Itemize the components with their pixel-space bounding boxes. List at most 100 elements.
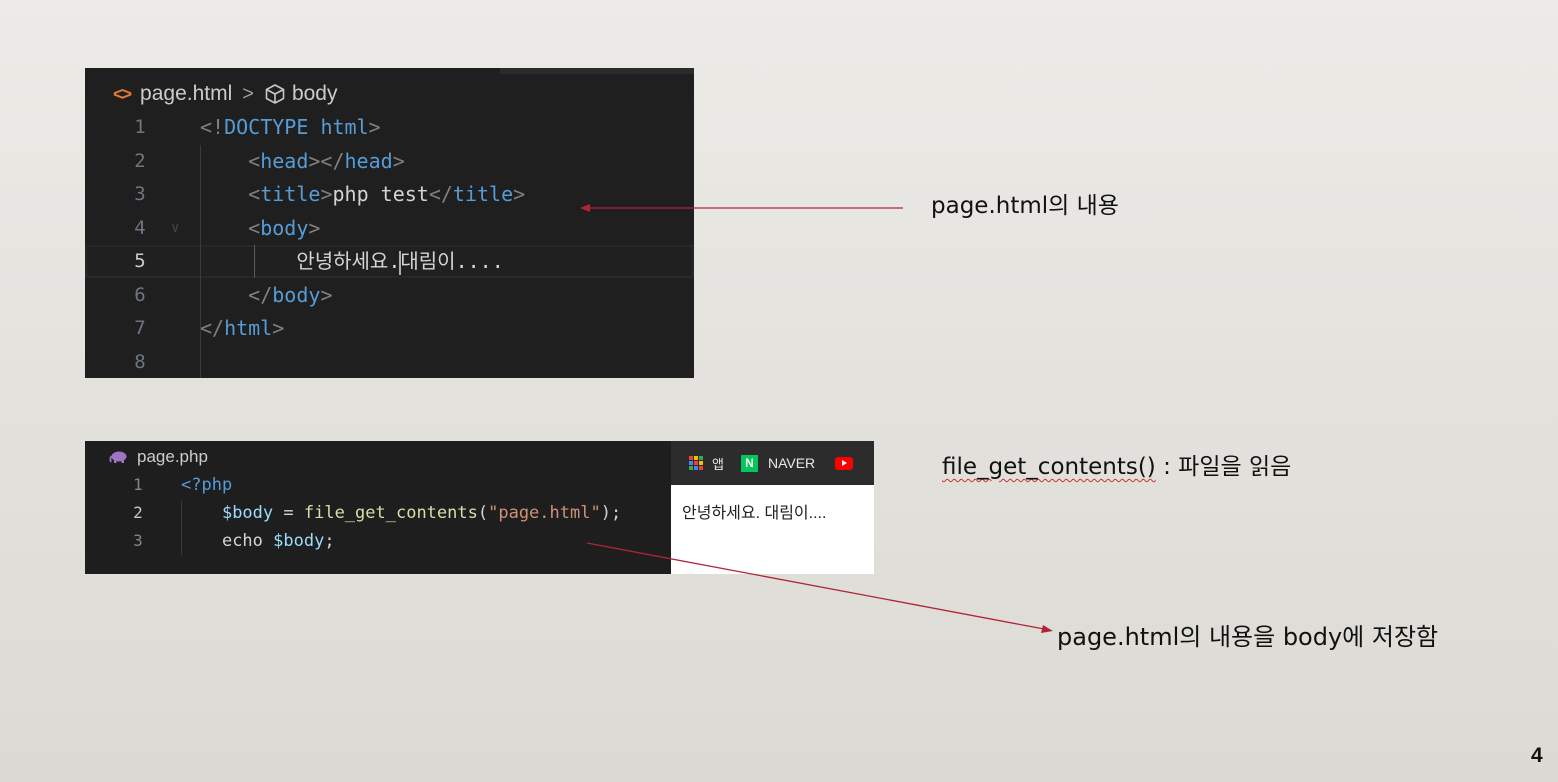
- code-token: <!: [200, 115, 225, 139]
- code-token: >: [368, 115, 381, 139]
- code-line-1[interactable]: 1 <?php: [85, 471, 671, 499]
- code-token: file_get_contents: [303, 503, 478, 523]
- breadcrumb-file[interactable]: page.html: [140, 82, 232, 106]
- php-editor-panel: page.php 1 <?php 2 $body = file_get_conten…: [85, 441, 671, 574]
- code-token: >: [513, 182, 526, 206]
- line-number: 6: [134, 283, 146, 306]
- code-line-5[interactable]: 5 안녕하세요.대림이....: [85, 245, 694, 278]
- code-token: $body: [273, 531, 325, 551]
- code-line-6[interactable]: 6 </body>: [85, 279, 694, 312]
- code-token: >: [320, 182, 333, 206]
- line-code: 안녕하세요.대림이....: [200, 245, 504, 278]
- bookmark-naver[interactable]: NAVER: [768, 455, 815, 471]
- slide-page-number: 4: [1531, 744, 1543, 767]
- code-line-4[interactable]: 4 ∨ <body>: [85, 212, 694, 245]
- code-token: >: [272, 316, 285, 340]
- code-token: =: [273, 503, 304, 523]
- bookmark-apps[interactable]: 앱: [712, 454, 724, 473]
- html-editor-panel: <> page.html > body 1 <!DOCTYPE html> 2 <h…: [85, 68, 694, 378]
- html-file-icon: <>: [113, 83, 132, 104]
- code-line-2[interactable]: 2 <head></head>: [85, 145, 694, 178]
- line-number: 3: [133, 531, 143, 550]
- browser-window: 앱 N NAVER 안녕하세요. 대림이....: [671, 441, 874, 574]
- annotation-store-body: page.html의 내용을 body에 저장함: [1057, 623, 1439, 651]
- annotation-desc: : 파일을 읽음: [1155, 454, 1292, 480]
- line-number: 1: [134, 116, 146, 138]
- line-code: <title>php test</title>: [200, 178, 525, 211]
- code-line-2[interactable]: 2 $body = file_get_contents("page.html")…: [85, 499, 671, 527]
- code-token: 안녕하세요.: [200, 249, 401, 273]
- code-token: (: [477, 503, 489, 523]
- annotation-file-get-contents: file_get_contents() : 파일을 읽음: [942, 447, 1291, 481]
- breadcrumb[interactable]: <> page.html > body: [113, 82, 338, 106]
- line-code: <?php: [181, 471, 232, 499]
- code-token: DOCTYPE: [224, 115, 309, 139]
- page-content: 안녕하세요. 대림이....: [682, 505, 827, 522]
- code-line-7[interactable]: 7 </html>: [85, 312, 694, 345]
- code-token: body: [272, 282, 321, 307]
- code-token: 대림이....: [400, 249, 504, 273]
- code-token: >: [320, 282, 333, 307]
- code-line-8[interactable]: 8: [85, 346, 694, 379]
- code-token: title: [452, 182, 514, 206]
- line-code: $body = file_get_contents("page.html");: [181, 499, 621, 527]
- code-token: echo: [221, 531, 274, 551]
- code-token: title: [260, 182, 321, 206]
- code-token: head: [344, 148, 393, 173]
- editor-tab-title: page.php: [137, 447, 208, 466]
- code-token: ></: [308, 148, 345, 173]
- line-code: </html>: [200, 312, 284, 345]
- editor-tab[interactable]: page.php: [109, 446, 208, 468]
- fold-chevron-icon[interactable]: ∨: [171, 212, 179, 245]
- apps-grid-icon[interactable]: [689, 456, 703, 470]
- chevron-right-icon: >: [242, 82, 254, 105]
- line-number: 2: [133, 503, 143, 522]
- indent-guide: [200, 145, 201, 378]
- bookmarks-bar: 앱 N NAVER: [671, 441, 874, 485]
- line-number: 3: [134, 183, 146, 205]
- line-number: 8: [134, 350, 146, 373]
- code-token: <?php: [181, 475, 233, 495]
- line-code: echo $body;: [181, 527, 335, 555]
- youtube-icon[interactable]: [835, 456, 854, 470]
- line-code: <!DOCTYPE html>: [200, 111, 381, 144]
- line-number: 4: [134, 216, 146, 239]
- code-token: "page.html": [488, 503, 601, 523]
- code-line-3[interactable]: 3 echo $body;: [85, 527, 671, 555]
- code-token: body: [260, 215, 309, 240]
- code-token: );: [600, 503, 622, 523]
- line-number: 5: [134, 250, 146, 272]
- indent-guide: [181, 501, 182, 555]
- code-token: </: [428, 182, 453, 206]
- code-token: </: [200, 316, 225, 340]
- code-token: $body: [221, 503, 274, 523]
- code-token: <: [248, 148, 261, 173]
- line-number: 7: [134, 317, 146, 339]
- naver-icon[interactable]: N: [740, 454, 758, 472]
- line-number: 2: [134, 149, 146, 172]
- code-token: <: [248, 182, 261, 206]
- code-token: >: [308, 215, 321, 240]
- code-token: head: [260, 148, 309, 173]
- breadcrumb-symbol[interactable]: body: [292, 82, 338, 106]
- code-token: html: [320, 115, 369, 139]
- code-token: <: [248, 215, 261, 240]
- code-token: >: [392, 148, 405, 173]
- code-token: </: [248, 282, 273, 307]
- code-line-1[interactable]: 1 <!DOCTYPE html>: [85, 111, 694, 144]
- symbol-cube-icon: [265, 84, 285, 104]
- code-line-3[interactable]: 3 <title>php test</title>: [85, 178, 694, 211]
- code-token: html: [224, 316, 273, 340]
- function-name: file_get_contents(): [942, 454, 1156, 480]
- line-code: <head></head>: [200, 145, 405, 178]
- line-code: </body>: [200, 279, 332, 312]
- indent-guide-active: [254, 245, 255, 278]
- annotation-html-content: page.html의 내용: [931, 193, 1119, 219]
